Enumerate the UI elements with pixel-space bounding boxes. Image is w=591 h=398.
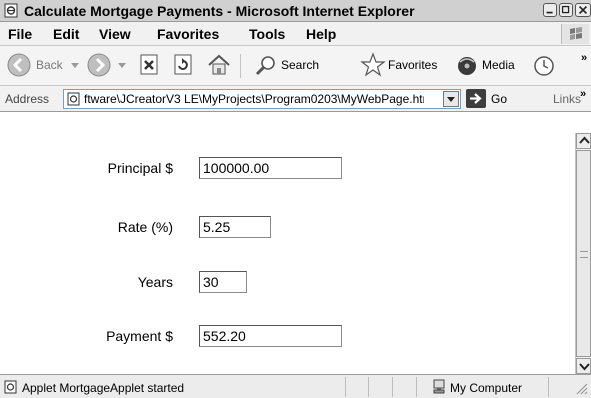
title-bar[interactable]: Calculate Mortgage Payments - Microsoft … xyxy=(0,0,591,22)
page-icon xyxy=(4,380,17,394)
links-overflow-chevron[interactable]: » xyxy=(580,88,586,100)
status-divider xyxy=(416,377,417,397)
chevron-down-icon xyxy=(579,363,590,371)
windows-logo xyxy=(561,24,589,44)
ie-page-icon xyxy=(4,3,18,18)
go-label[interactable]: Go xyxy=(491,92,507,106)
home-icon xyxy=(208,54,230,75)
minimize-button[interactable] xyxy=(543,3,557,17)
menu-file[interactable]: File xyxy=(8,26,32,42)
refresh-icon xyxy=(174,54,192,75)
search-icon xyxy=(255,56,275,76)
years-label: Years xyxy=(137,274,173,290)
history-icon xyxy=(534,56,554,76)
stop-button[interactable] xyxy=(136,46,166,86)
minimize-icon xyxy=(546,11,553,14)
menu-favorites[interactable]: Favorites xyxy=(157,26,219,42)
status-divider xyxy=(368,377,369,397)
principal-label: Principal $ xyxy=(107,160,173,176)
forward-button[interactable] xyxy=(84,46,122,86)
status-divider xyxy=(345,377,346,397)
toolbar-separator xyxy=(240,54,241,78)
history-button[interactable] xyxy=(530,46,560,86)
address-input[interactable]: ftware\JCreatorV3 LE\MyProjects\Program0… xyxy=(63,89,461,109)
back-arrow-icon xyxy=(7,53,31,77)
menu-tools[interactable]: Tools xyxy=(249,26,285,42)
security-zone-label: My Computer xyxy=(450,381,523,395)
stop-icon xyxy=(140,54,158,75)
scroll-grip xyxy=(580,251,588,258)
page-icon xyxy=(67,92,80,106)
home-button[interactable] xyxy=(204,46,234,86)
favorites-button[interactable]: Favorites xyxy=(356,46,446,86)
status-message: Applet MortgageApplet started xyxy=(22,381,185,395)
go-arrow-icon xyxy=(470,93,482,104)
media-label: Media xyxy=(482,58,515,72)
search-label: Search xyxy=(281,58,320,72)
payment-output[interactable]: 552.20 xyxy=(199,325,342,347)
address-url: ftware\JCreatorV3 LE\MyProjects\Program0… xyxy=(84,92,424,106)
menu-edit[interactable]: Edit xyxy=(53,26,79,42)
address-dropdown-button[interactable] xyxy=(443,91,459,107)
chevron-down-icon xyxy=(447,97,455,102)
address-label: Address xyxy=(5,92,50,106)
rate-label: Rate (%) xyxy=(117,219,173,235)
scroll-thumb[interactable] xyxy=(576,150,591,357)
address-bar: Address ftware\JCreatorV3 LE\MyProjects\… xyxy=(0,86,591,112)
scroll-up-button[interactable] xyxy=(576,133,591,149)
search-button[interactable]: Search xyxy=(246,46,352,86)
chevron-up-icon xyxy=(579,136,590,144)
close-icon xyxy=(578,5,588,15)
forward-arrow-icon xyxy=(87,53,111,77)
rate-input[interactable]: 5.25 xyxy=(199,216,271,238)
menu-help[interactable]: Help xyxy=(306,26,336,42)
scroll-down-button[interactable] xyxy=(576,358,591,374)
computer-zone-icon xyxy=(433,379,445,394)
status-divider xyxy=(548,377,549,397)
back-button[interactable]: Back xyxy=(4,46,70,86)
menu-view[interactable]: View xyxy=(99,26,131,42)
media-button[interactable]: Media xyxy=(452,46,528,86)
principal-input[interactable]: 100000.00 xyxy=(199,157,342,179)
favorites-label: Favorites xyxy=(388,58,438,72)
status-bar: Applet MortgageApplet started My Compute… xyxy=(0,374,591,398)
windows-flag-icon xyxy=(570,27,582,40)
back-dropdown-icon[interactable] xyxy=(71,63,79,69)
favorites-star-icon xyxy=(360,52,386,77)
status-divider xyxy=(392,377,393,397)
page-content: Principal $ 100000.00 Rate (%) 5.25 Year… xyxy=(0,112,575,374)
close-button[interactable] xyxy=(575,3,591,17)
refresh-button[interactable] xyxy=(170,46,200,86)
resize-grip-icon[interactable] xyxy=(574,381,588,395)
go-button[interactable] xyxy=(466,89,486,108)
vertical-scrollbar[interactable] xyxy=(575,133,591,374)
back-label: Back xyxy=(36,58,63,72)
maximize-button[interactable] xyxy=(559,3,573,17)
links-label[interactable]: Links xyxy=(553,92,581,106)
payment-label: Payment $ xyxy=(106,328,173,344)
menu-bar: File Edit View Favorites Tools Help xyxy=(0,22,591,46)
browser-window: Calculate Mortgage Payments - Microsoft … xyxy=(0,0,591,398)
maximize-icon xyxy=(561,5,570,14)
media-icon xyxy=(458,57,476,75)
standard-toolbar: Back Search Favorites Media » xyxy=(0,46,591,86)
years-input[interactable]: 30 xyxy=(199,271,247,293)
forward-dropdown-icon[interactable] xyxy=(118,63,126,69)
toolbar-overflow-chevron[interactable]: » xyxy=(581,52,587,64)
window-title: Calculate Mortgage Payments - Microsoft … xyxy=(24,3,415,19)
